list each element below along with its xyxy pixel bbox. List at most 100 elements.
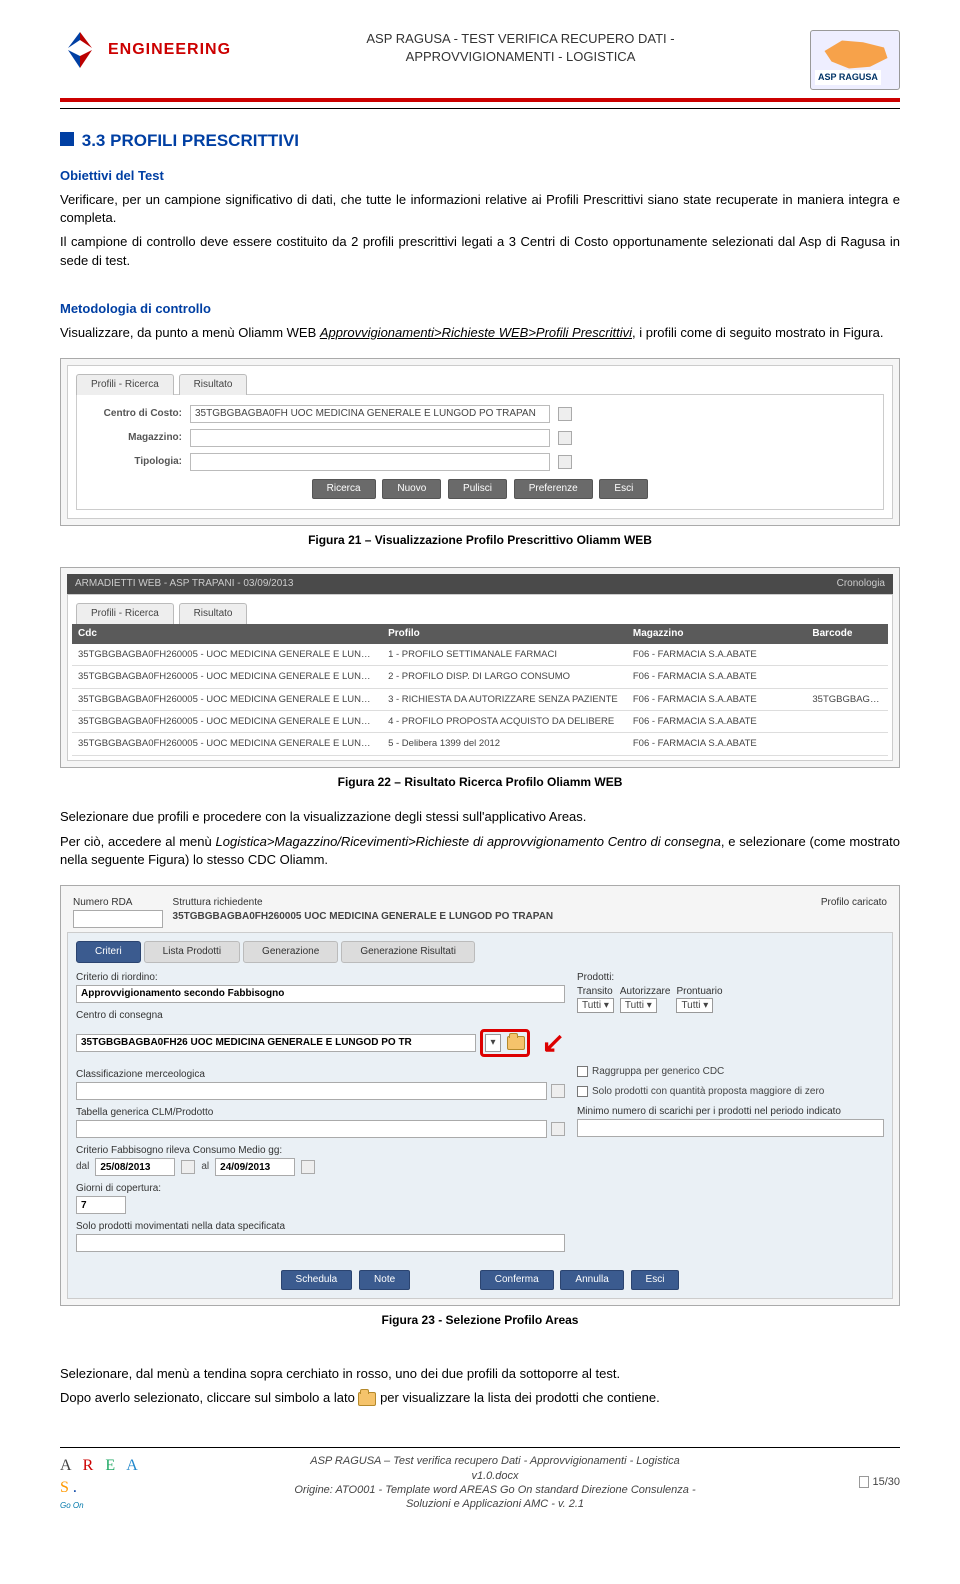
fig22-hdr-magazzino: Magazzino <box>627 624 807 644</box>
fig23-btn-note[interactable]: Note <box>359 1270 410 1290</box>
go-on-text: Go On <box>60 1500 150 1511</box>
fig21-tab-risultato[interactable]: Risultato <box>179 374 248 395</box>
engineering-mark-icon <box>60 30 100 70</box>
fig23-al-cal-icon[interactable] <box>301 1160 315 1174</box>
fig23-tabella-picker[interactable] <box>551 1122 565 1136</box>
fig22-row[interactable]: 35TGBGBAGBA0FH260005 - UOC MEDICINA GENE… <box>72 733 888 755</box>
fig22-tab-risultato[interactable]: Risultato <box>179 603 248 624</box>
fig21-centro-picker[interactable] <box>558 407 572 421</box>
fig23-btn-annulla[interactable]: Annulla <box>560 1270 623 1290</box>
fig22-row[interactable]: 35TGBGBAGBA0FH260005 - UOC MEDICINA GENE… <box>72 644 888 666</box>
fig23-dal-cal-icon[interactable] <box>181 1160 195 1174</box>
fig23-minimo-label: Minimo numero di scarichi per i prodotti… <box>577 1105 884 1119</box>
sicily-map-icon <box>821 37 891 72</box>
heading-square-icon <box>60 132 74 146</box>
fig22-topbar-cronologia[interactable]: Cronologia <box>837 577 885 591</box>
fig22-result-header: Cdc Profilo Magazzino Barcode <box>72 624 888 644</box>
objectives-p1: Verificare, per un campione significativ… <box>60 191 900 227</box>
fig23-al-input[interactable] <box>215 1158 295 1176</box>
fig23-col-autorizz: Autorizzare <box>620 985 671 999</box>
fig21-tipologia-input[interactable] <box>190 453 550 471</box>
areas-logo: A R E A S. Go On <box>60 1455 150 1511</box>
objectives-heading: Obiettivi del Test <box>60 167 900 185</box>
meth-menu-path: Approvvigionamenti>Richieste WEB>Profili… <box>320 325 632 340</box>
fig23-centro-label: Centro di consegna <box>76 1009 565 1023</box>
fig21-centro-label: Centro di Costo: <box>87 407 182 421</box>
page-footer: A R E A S. Go On ASP RAGUSA – Test verif… <box>60 1447 900 1511</box>
fig23-btn-schedula[interactable]: Schedula <box>281 1270 353 1290</box>
fig23-giorni-label: Giorni di copertura: <box>76 1182 565 1196</box>
fig23-riordino-select[interactable] <box>76 985 565 1003</box>
fig23-chk-solomagg[interactable] <box>577 1086 588 1097</box>
fig23-minimo-input[interactable] <box>577 1119 884 1137</box>
fig23-tab-generazione[interactable]: Generazione <box>243 941 338 963</box>
fig23-dal-input[interactable] <box>95 1158 175 1176</box>
doc-title-line2: APPROVVIGIONAMENTI - LOGISTICA <box>241 48 800 66</box>
fig23-btn-conferma[interactable]: Conferma <box>480 1270 554 1290</box>
fig23-centro-input[interactable] <box>76 1034 476 1052</box>
fig23-solomov-input[interactable] <box>76 1234 565 1252</box>
fig23-centro-dropdown[interactable]: ▾ <box>485 1034 500 1052</box>
inline-folder-icon <box>358 1392 376 1406</box>
fig23-profilocaricato-label: Profilo caricato <box>773 896 887 910</box>
fig23-chk1-label: Raggruppa per generico CDC <box>592 1065 724 1079</box>
fig21-tipologia-label: Tipologia: <box>87 455 182 469</box>
doc-title: ASP RAGUSA - TEST VERIFICA RECUPERO DATI… <box>231 30 810 66</box>
figure21-screenshot: Profili - Ricerca Risultato Centro di Co… <box>60 358 900 526</box>
methodology-heading: Metodologia di controllo <box>60 300 900 318</box>
fig23-col-prontuario: Prontuario <box>676 985 722 999</box>
fig23-class-label: Classificazione merceologica <box>76 1068 565 1082</box>
fig21-centro-input[interactable]: 35TGBGBAGBA0FH UOC MEDICINA GENERALE E L… <box>190 405 550 423</box>
fig21-btn-ricerca[interactable]: Ricerca <box>312 479 376 499</box>
section-number: 3.3 <box>82 131 106 150</box>
asp-ragusa-logo: ASP RAGUSA <box>810 30 900 90</box>
fig23-chk-raggruppa[interactable] <box>577 1066 588 1077</box>
fig23-btn-esci[interactable]: Esci <box>631 1270 680 1290</box>
fig21-btn-pulisci[interactable]: Pulisci <box>448 479 507 499</box>
fig23-struttura-label: Struttura richiedente <box>173 896 764 910</box>
engineering-logo: ENGINEERING <box>60 30 231 70</box>
fig23-transito-select[interactable]: Tutti ▾ <box>577 998 614 1013</box>
fig23-class-picker[interactable] <box>551 1084 565 1098</box>
figure22-screenshot: ARMADIETTI WEB - ASP TRAPANI - 03/09/201… <box>60 567 900 767</box>
bottom-p1: Selezionare, dal menù a tendina sopra ce… <box>60 1365 900 1383</box>
fig21-tab-ricerca[interactable]: Profili - Ricerca <box>76 374 174 395</box>
methodology-p: Visualizzare, da punto a menù Oliamm WEB… <box>60 324 900 342</box>
fig23-autorizz-select[interactable]: Tutti ▾ <box>620 998 657 1013</box>
fig21-magazzino-picker[interactable] <box>558 431 572 445</box>
fig21-btn-preferenze[interactable]: Preferenze <box>514 479 593 499</box>
fig21-magazzino-input[interactable] <box>190 429 550 447</box>
asp-label: ASP RAGUSA <box>815 70 881 85</box>
fig22-row[interactable]: 35TGBGBAGBA0FH260005 - UOC MEDICINA GENE… <box>72 711 888 733</box>
fig21-tipologia-picker[interactable] <box>558 455 572 469</box>
fig23-class-input[interactable] <box>76 1082 547 1100</box>
fig23-chk2-label: Solo prodotti con quantità proposta magg… <box>592 1085 824 1099</box>
fig23-tab-generazionerisultati[interactable]: Generazione Risultati <box>341 941 475 963</box>
fig23-rda-input[interactable] <box>73 910 163 928</box>
fig22-row[interactable]: 35TGBGBAGBA0FH260005 - UOC MEDICINA GENE… <box>72 666 888 688</box>
fig23-solomov-label: Solo prodotti movimentati nella data spe… <box>76 1220 565 1234</box>
fig21-btn-nuovo[interactable]: Nuovo <box>382 479 441 499</box>
bottom-p2: Dopo averlo selezionato, cliccare sul si… <box>60 1389 900 1407</box>
fig23-struttura-value: 35TGBGBAGBA0FH260005 UOC MEDICINA GENERA… <box>173 910 764 924</box>
document-header: ENGINEERING ASP RAGUSA - TEST VERIFICA R… <box>60 30 900 90</box>
fig23-rda-label: Numero RDA <box>73 896 163 910</box>
engineering-text: ENGINEERING <box>108 39 231 61</box>
objectives-p2: Il campione di controllo deve essere cos… <box>60 233 900 269</box>
header-red-bar <box>60 98 900 102</box>
fig23-prontuario-select[interactable]: Tutti ▾ <box>676 998 713 1013</box>
fig23-centro-folder-icon[interactable] <box>507 1036 525 1050</box>
fig21-btn-esci[interactable]: Esci <box>599 479 648 499</box>
fig23-giorni-input[interactable] <box>76 1196 126 1214</box>
page-number: 15/30 <box>840 1475 900 1490</box>
fig23-al: al <box>201 1160 209 1174</box>
figure22-caption: Figura 22 – Risultato Ricerca Profilo Ol… <box>60 774 900 791</box>
mid-p1: Selezionare due profili e procedere con … <box>60 808 900 826</box>
fig22-row[interactable]: 35TGBGBAGBA0FH260005 - UOC MEDICINA GENE… <box>72 689 888 711</box>
fig23-tab-listaprodotti[interactable]: Lista Prodotti <box>144 941 240 963</box>
mid-p2: Per ciò, accedere al menù Logistica>Maga… <box>60 833 900 869</box>
figure21-caption: Figura 21 – Visualizzazione Profilo Pres… <box>60 532 900 549</box>
fig23-tab-criteri[interactable]: Criteri <box>76 941 141 963</box>
fig23-tabella-input[interactable] <box>76 1120 547 1138</box>
fig22-tab-ricerca[interactable]: Profili - Ricerca <box>76 603 174 624</box>
